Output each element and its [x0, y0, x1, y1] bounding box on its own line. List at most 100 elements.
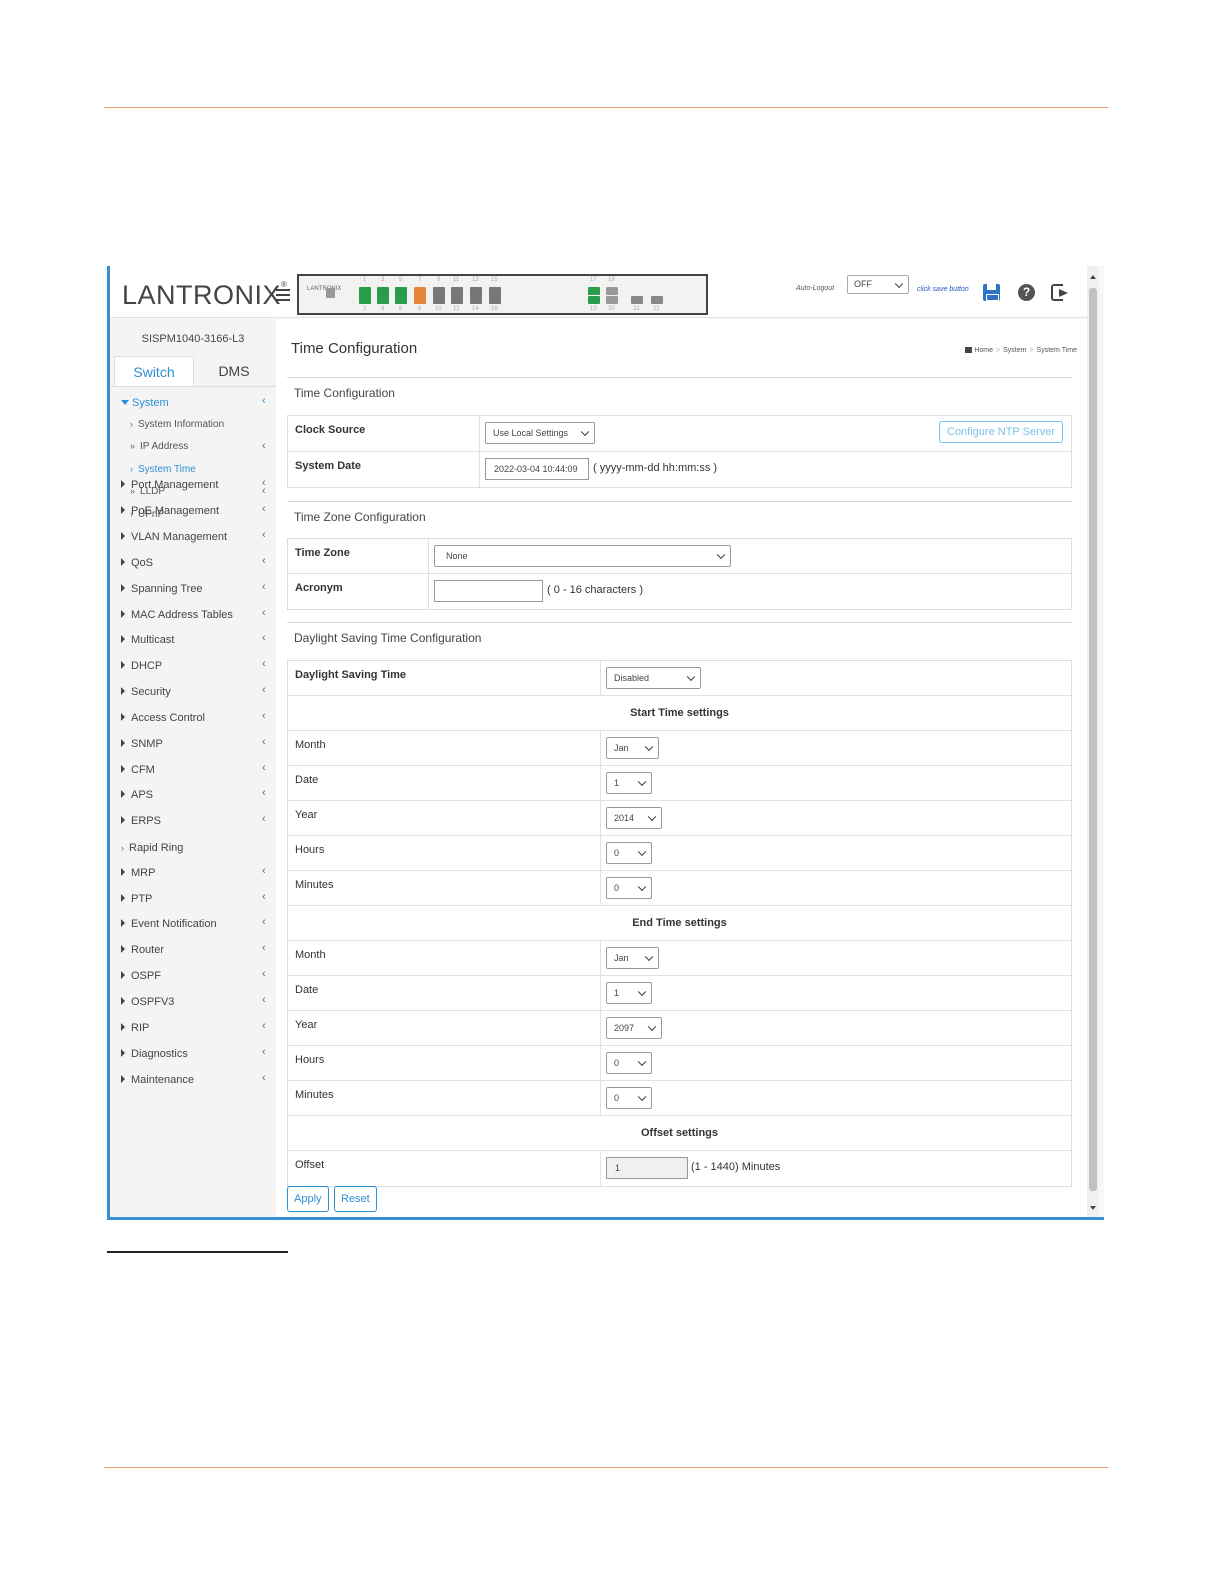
sidebar-item-event-notification[interactable]: Event Notification — [121, 918, 217, 930]
port-17[interactable] — [588, 287, 600, 295]
offset-label: Offset — [288, 1151, 601, 1186]
sidebar-item-maintenance[interactable]: Maintenance — [121, 1074, 194, 1086]
clock-source-label: Clock Source — [288, 416, 480, 451]
port-22[interactable] — [651, 296, 663, 304]
caret-right-icon — [121, 1049, 125, 1057]
time-config-table: Clock Source Use Local Settings Configur… — [287, 415, 1072, 488]
system-date-input[interactable]: 2022-03-04 10:44:09 — [485, 458, 589, 480]
sidebar-item-snmp[interactable]: SNMP — [121, 738, 163, 750]
reset-button[interactable]: Reset — [334, 1186, 377, 1212]
sidebar-item-port-management[interactable]: Port Management — [121, 479, 218, 491]
port-9[interactable] — [433, 287, 445, 304]
chevron-left-icon: ‹ — [262, 477, 266, 489]
sidebar-item-rip[interactable]: RIP — [121, 1022, 149, 1034]
sidebar-item-mac-address-tables[interactable]: MAC Address Tables — [121, 609, 233, 621]
port-13[interactable] — [470, 287, 482, 304]
port-7[interactable] — [414, 287, 426, 304]
sidebar-item-rapid-ring[interactable]: › Rapid Ring — [121, 842, 183, 854]
end-month-select[interactable]: Jan — [606, 947, 659, 969]
end-hours-select[interactable]: 0 — [606, 1052, 652, 1074]
sidebar-item-security[interactable]: Security — [121, 686, 171, 698]
acronym-input[interactable] — [434, 580, 543, 602]
start-year-select[interactable]: 2014 — [606, 807, 662, 829]
end-minutes-select[interactable]: 0 — [606, 1087, 652, 1109]
sidebar-item-poe-management[interactable]: PoE Management — [121, 505, 219, 517]
scroll-down-arrow-icon[interactable] — [1090, 1206, 1096, 1210]
port-21[interactable] — [631, 296, 643, 304]
sidebar-item-mrp[interactable]: MRP — [121, 867, 155, 879]
port-number: 16 — [491, 306, 498, 312]
auto-logout-select[interactable]: OFF — [847, 275, 909, 294]
end-year-select[interactable]: 2097 — [606, 1017, 662, 1039]
sidebar-item-multicast[interactable]: Multicast — [121, 634, 174, 646]
end-hours-label: Hours — [288, 1046, 601, 1080]
sidebar-item-qos[interactable]: QoS — [121, 557, 153, 569]
sidebar-item-dhcp[interactable]: DHCP — [121, 660, 162, 672]
clock-source-select[interactable]: Use Local Settings — [485, 422, 595, 444]
start-hours-select[interactable]: 0 — [606, 842, 652, 864]
port-20[interactable] — [606, 296, 618, 304]
apply-button[interactable]: Apply — [287, 1186, 329, 1212]
sidebar-item-diagnostics[interactable]: Diagnostics — [121, 1048, 188, 1060]
sidebar-item-ospfv3[interactable]: OSPFV3 — [121, 996, 174, 1008]
tab-switch[interactable]: Switch — [114, 356, 194, 386]
offset-heading: Offset settings — [288, 1116, 1071, 1151]
caret-down-icon — [121, 400, 129, 405]
caret-right-icon — [121, 868, 125, 876]
sidebar-item-system-time[interactable]: › System Time — [130, 464, 196, 475]
sidebar-item-cfm[interactable]: CFM — [121, 764, 155, 776]
port-18[interactable] — [606, 287, 618, 295]
page-title: Time Configuration — [291, 340, 418, 357]
end-minutes-value: 0 — [614, 1093, 620, 1103]
time-zone-select[interactable]: None — [434, 545, 731, 567]
menu-toggle-icon[interactable] — [276, 289, 290, 301]
sidebar-item-label: System Time — [138, 464, 196, 475]
sidebar-item-spanning-tree[interactable]: Spanning Tree — [121, 583, 203, 595]
start-month-select[interactable]: Jan — [606, 737, 659, 759]
start-minutes-select[interactable]: 0 — [606, 877, 652, 899]
clock-source-value: Use Local Settings — [493, 428, 569, 438]
port-19[interactable] — [588, 296, 600, 304]
port-number: 1 — [363, 277, 367, 283]
tab-dms[interactable]: DMS — [194, 356, 274, 386]
sidebar-item-access-control[interactable]: Access Control — [121, 712, 205, 724]
configure-ntp-server-button[interactable]: Configure NTP Server — [939, 421, 1064, 443]
sidebar-item-system[interactable]: System — [121, 397, 169, 409]
sidebar-item-vlan-management[interactable]: VLAN Management — [121, 531, 227, 543]
sidebar-item-ospf[interactable]: OSPF — [121, 970, 161, 982]
port-1[interactable] — [359, 287, 371, 304]
port-11[interactable] — [451, 287, 463, 304]
breadcrumb-separator: > — [996, 347, 1001, 354]
sidebar-item-label: Security — [131, 686, 171, 698]
sidebar-item-router[interactable]: Router — [121, 944, 164, 956]
sidebar-item-aps[interactable]: APS — [121, 789, 153, 801]
screenshot-window: LANTRONIX® LANTRONIX 1 3 5 7 9 11 13 15 … — [107, 266, 1104, 1220]
port-3[interactable] — [377, 287, 389, 304]
start-hours-label: Hours — [288, 836, 601, 870]
sidebar-item-label: PTP — [131, 893, 153, 905]
help-icon[interactable]: ? — [1018, 284, 1035, 301]
page-scrollbar[interactable] — [1087, 266, 1099, 1217]
logout-icon[interactable] — [1051, 284, 1068, 301]
breadcrumb-system[interactable]: System — [1003, 347, 1026, 354]
caret-right-icon — [121, 997, 125, 1005]
port-15[interactable] — [489, 287, 501, 304]
table-row: Clock Source Use Local Settings Configur… — [288, 416, 1071, 452]
dst-value: Disabled — [614, 673, 650, 683]
breadcrumb-home[interactable]: Home — [974, 347, 993, 354]
sidebar-item-system-information[interactable]: › System Information — [130, 419, 224, 430]
sidebar-item-erps[interactable]: ERPS — [121, 815, 161, 827]
scroll-up-arrow-icon[interactable] — [1090, 275, 1096, 279]
end-date-select[interactable]: 1 — [606, 982, 652, 1004]
offset-input[interactable]: 1 — [606, 1157, 688, 1179]
start-date-select[interactable]: 1 — [606, 772, 652, 794]
scroll-thumb[interactable] — [1089, 288, 1097, 1191]
table-row: Year 2097 — [288, 1011, 1071, 1046]
sidebar-item-ip-address[interactable]: » IP Address — [130, 441, 188, 452]
port-5[interactable] — [395, 287, 407, 304]
dst-select[interactable]: Disabled — [606, 667, 701, 689]
save-hint-link[interactable]: click save button — [917, 286, 969, 293]
port-console[interactable] — [326, 288, 335, 298]
sidebar-item-ptp[interactable]: PTP — [121, 893, 152, 905]
save-icon[interactable] — [983, 284, 1000, 301]
